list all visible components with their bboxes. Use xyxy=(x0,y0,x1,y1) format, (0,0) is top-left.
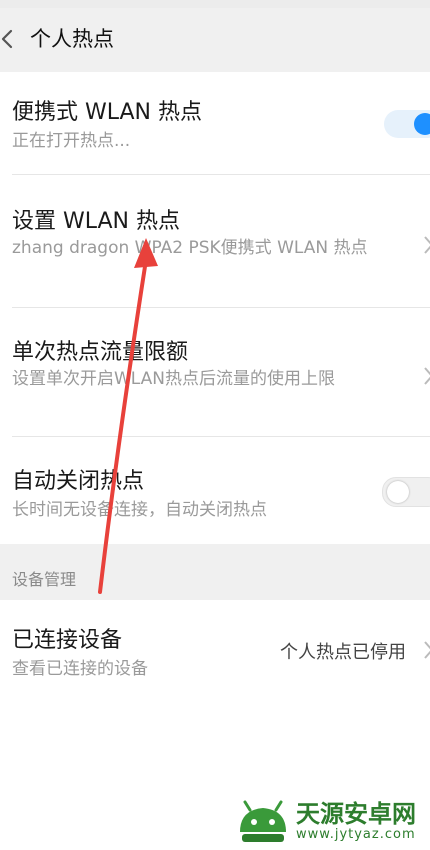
watermark-title: 天源安卓网 xyxy=(296,799,416,828)
connected-devices-item[interactable]: 已连接设备 查看已连接的设备 个人热点已停用 xyxy=(0,600,430,700)
data-limit-label: 单次热点流量限额 xyxy=(12,340,189,365)
watermark-url: www.jytyaz.com xyxy=(296,826,416,842)
chevron-right-icon xyxy=(424,367,430,385)
hotspot-config-label: 设置 WLAN 热点 xyxy=(12,209,181,234)
connected-devices-label: 已连接设备 xyxy=(12,628,123,653)
connected-devices-desc: 查看已连接的设备 xyxy=(12,659,148,679)
app-header: 个人热点 xyxy=(0,8,430,70)
hotspot-config-item[interactable]: 设置 WLAN 热点 zhang dragon WPA2 PSK便携式 WLAN… xyxy=(0,175,430,307)
portable-hotspot-item[interactable]: 便携式 WLAN 热点 正在打开热点... xyxy=(0,72,430,172)
section-title-device-management: 设备管理 xyxy=(12,570,77,589)
hotspot-config-desc: zhang dragon WPA2 PSK便携式 WLAN 热点 xyxy=(12,238,368,258)
status-bar xyxy=(0,0,430,8)
portable-hotspot-status: 正在打开热点... xyxy=(12,131,131,151)
android-logo-icon xyxy=(240,800,286,842)
portable-hotspot-label: 便携式 WLAN 热点 xyxy=(12,100,203,125)
toggle-knob xyxy=(387,481,409,503)
chevron-right-icon xyxy=(424,236,430,254)
auto-close-item[interactable]: 自动关闭热点 长时间无设备连接，自动关闭热点 xyxy=(0,437,430,544)
auto-close-label: 自动关闭热点 xyxy=(12,469,145,494)
chevron-right-icon xyxy=(424,641,430,659)
toggle-knob xyxy=(414,113,430,135)
data-limit-item[interactable]: 单次热点流量限额 设置单次开启WLAN热点后流量的使用上限 xyxy=(0,308,430,436)
watermark: 天源安卓网 www.jytyaz.com xyxy=(236,796,416,846)
data-limit-desc: 设置单次开启WLAN热点后流量的使用上限 xyxy=(12,369,336,389)
page-title: 个人热点 xyxy=(30,27,114,51)
auto-close-desc: 长时间无设备连接，自动关闭热点 xyxy=(12,500,267,520)
portable-hotspot-toggle[interactable] xyxy=(384,110,430,138)
hotspot-status-value: 个人热点已停用 xyxy=(280,642,406,663)
hotspot-settings-card: 便携式 WLAN 热点 正在打开热点... 设置 WLAN 热点 zhang d… xyxy=(0,72,430,544)
auto-close-toggle[interactable] xyxy=(382,477,430,507)
back-arrow-icon[interactable] xyxy=(0,24,18,54)
